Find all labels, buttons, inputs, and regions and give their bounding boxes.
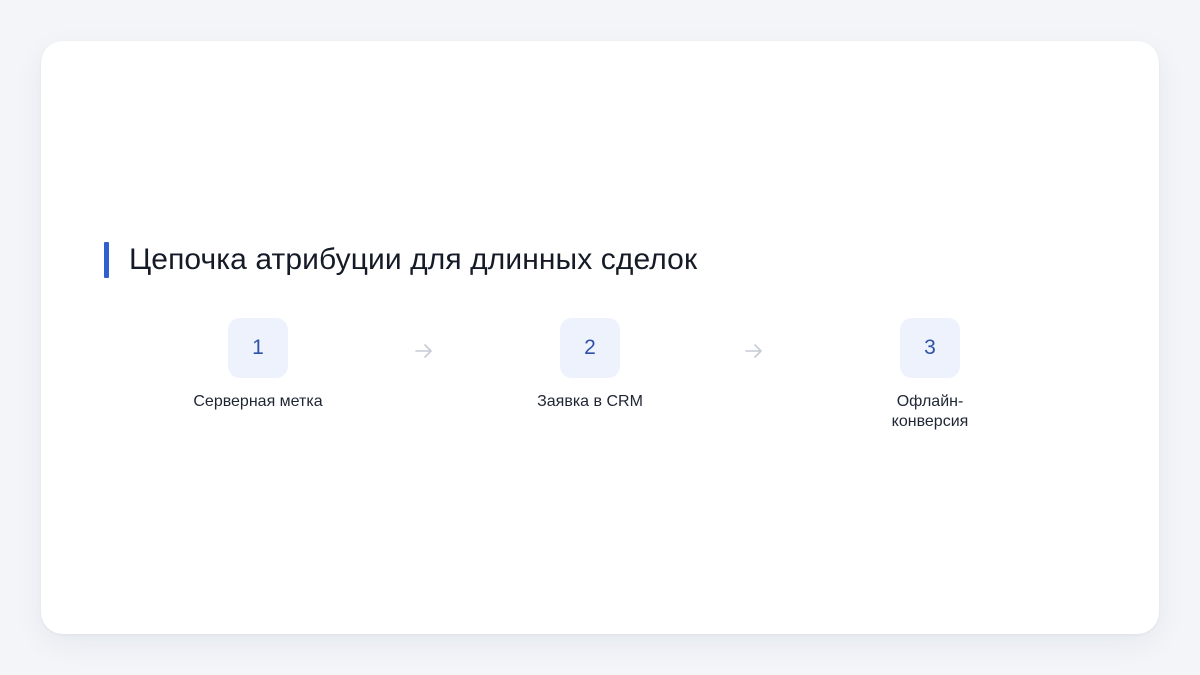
step-3-number-badge: 3 xyxy=(900,318,960,378)
step-1-label: Серверная метка xyxy=(193,393,323,410)
step-2-label: Заявка в CRM xyxy=(537,393,643,410)
step-1: 1 Серверная метка xyxy=(148,318,368,412)
step-1-number-badge: 1 xyxy=(228,318,288,378)
slide-title: Цепочка атрибуции для длинных сделок xyxy=(129,243,698,276)
arrow-right-icon xyxy=(745,344,762,358)
step-3: 3 Офлайн-конверсия xyxy=(820,318,1040,432)
step-3-label: Офлайн-конверсия xyxy=(891,393,969,430)
title-accent-bar xyxy=(104,242,109,278)
step-2-number-badge: 2 xyxy=(560,318,620,378)
step-2: 2 Заявка в CRM xyxy=(480,318,700,412)
arrow-right-icon xyxy=(415,344,432,358)
